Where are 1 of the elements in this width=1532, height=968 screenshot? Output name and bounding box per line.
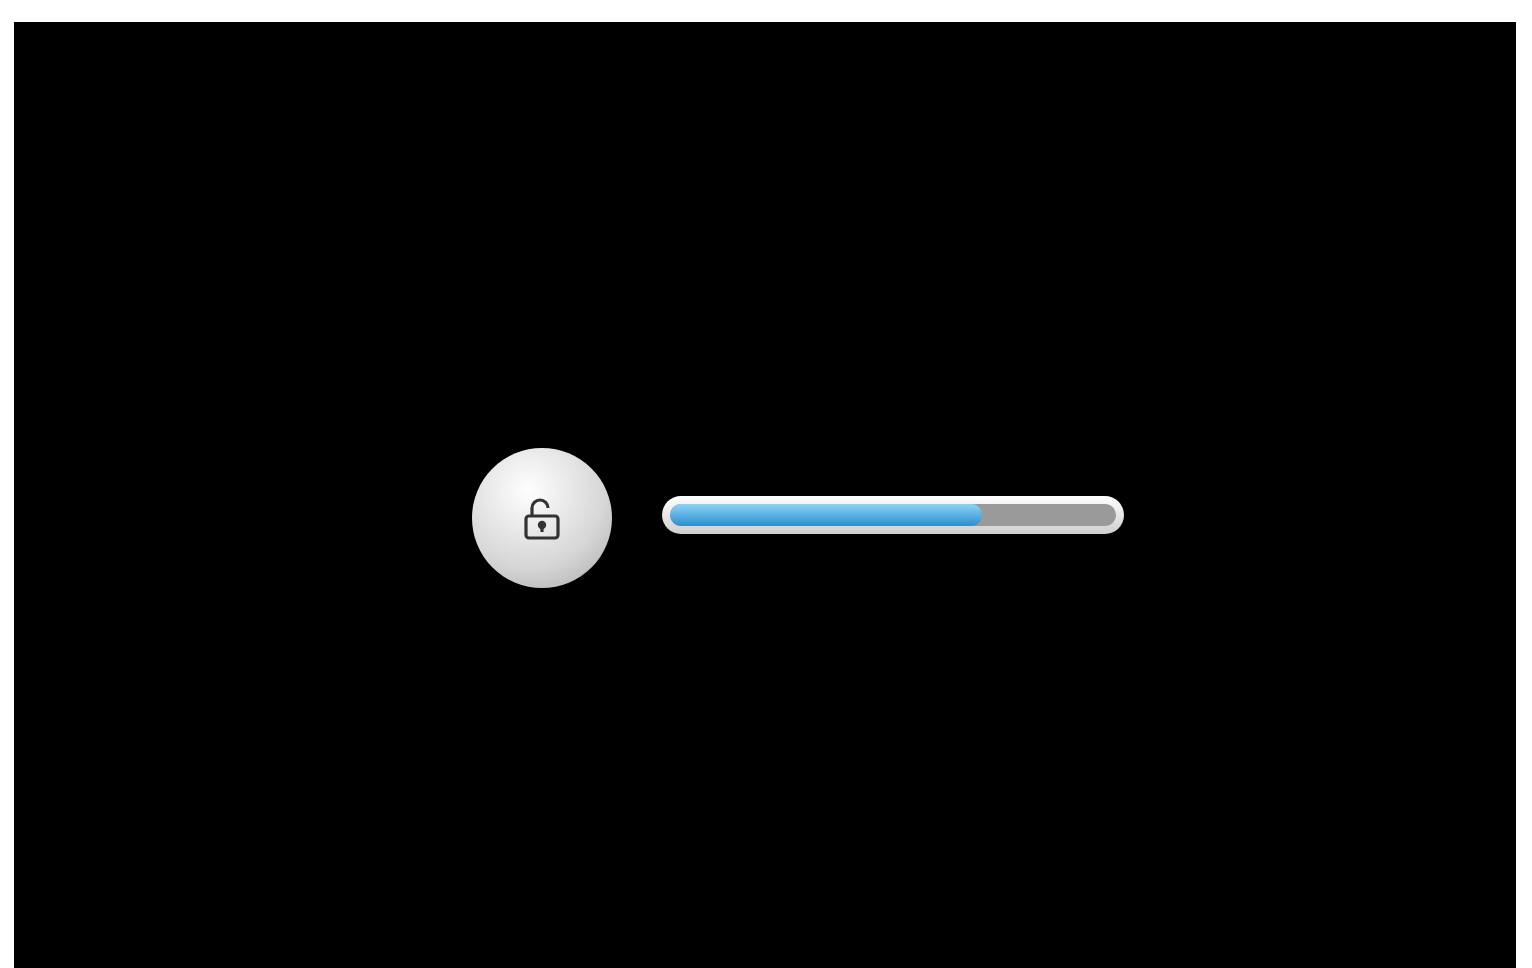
open-padlock-icon <box>518 494 566 542</box>
